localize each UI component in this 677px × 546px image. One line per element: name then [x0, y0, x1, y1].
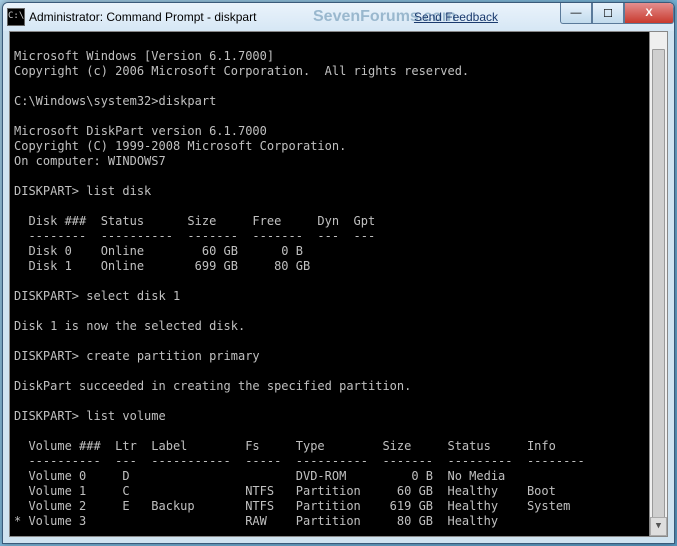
titlebar[interactable]: C:\ Administrator: Command Prompt - disk… — [3, 3, 674, 31]
console-line: Copyright (c) 2006 Microsoft Corporation… — [14, 64, 469, 78]
console-line: DISKPART> create partition primary — [14, 349, 260, 363]
maximize-button[interactable]: ☐ — [592, 3, 624, 24]
send-feedback-link[interactable]: Send Feedback — [414, 10, 498, 24]
console-output[interactable]: Microsoft Windows [Version 6.1.7000] Cop… — [9, 31, 668, 537]
close-button[interactable]: X — [624, 3, 674, 24]
cmd-icon: C:\ — [7, 8, 25, 26]
console-line: DISKPART> list volume — [14, 409, 166, 423]
minimize-button[interactable]: — — [560, 3, 592, 24]
scroll-thumb[interactable] — [652, 49, 665, 521]
scroll-down-arrow[interactable]: ▼ — [650, 517, 667, 536]
console-line: -------- ---------- ------- ------- --- … — [14, 229, 375, 243]
console-line: Microsoft Windows [Version 6.1.7000] — [14, 49, 274, 63]
console-line: Disk 1 is now the selected disk. — [14, 319, 245, 333]
console-line: Disk 0 Online 60 GB 0 B — [14, 244, 303, 258]
console-line: Volume 1 C NTFS Partition 60 GB Healthy … — [14, 484, 556, 498]
command-prompt-window: C:\ Administrator: Command Prompt - disk… — [2, 2, 675, 544]
console-line: Disk ### Status Size Free Dyn Gpt — [14, 214, 375, 228]
console-line: ---------- --- ----------- ----- -------… — [14, 454, 585, 468]
console-line: C:\Windows\system32>diskpart — [14, 94, 216, 108]
console-line: Disk 1 Online 699 GB 80 GB — [14, 259, 310, 273]
console-line: Copyright (C) 1999-2008 Microsoft Corpor… — [14, 139, 346, 153]
vertical-scrollbar[interactable]: ▲ ▼ — [649, 32, 667, 536]
console-line: * Volume 3 RAW Partition 80 GB Healthy — [14, 514, 498, 528]
window-buttons: — ☐ X — [560, 3, 674, 24]
console-line: Microsoft DiskPart version 6.1.7000 — [14, 124, 267, 138]
console-line: DiskPart succeeded in creating the speci… — [14, 379, 411, 393]
console-line: Volume 2 E Backup NTFS Partition 619 GB … — [14, 499, 570, 513]
console-line: DISKPART> list disk — [14, 184, 151, 198]
console-line: Volume ### Ltr Label Fs Type Size Status… — [14, 439, 556, 453]
scroll-track[interactable] — [650, 49, 667, 519]
console-line: DISKPART> select disk 1 — [14, 289, 180, 303]
console-line: On computer: WINDOWS7 — [14, 154, 166, 168]
console-line: Volume 0 D DVD-ROM 0 B No Media — [14, 469, 505, 483]
window-title: Administrator: Command Prompt - diskpart — [29, 10, 256, 24]
